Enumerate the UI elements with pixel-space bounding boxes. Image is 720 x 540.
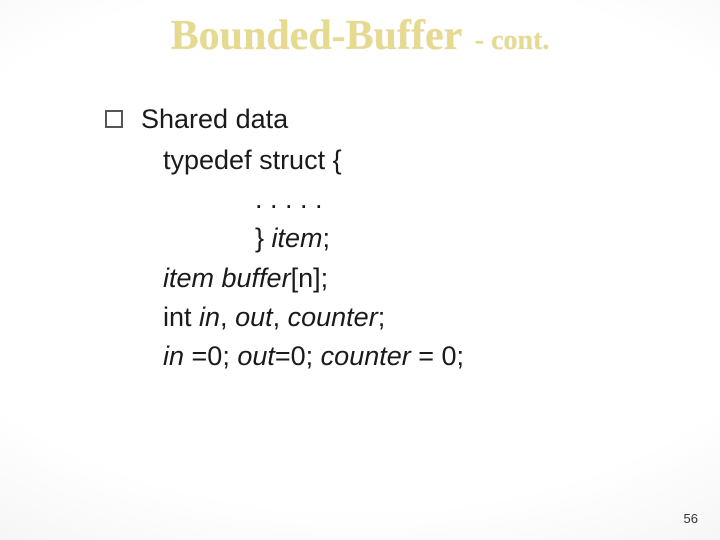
code-line-4: item buffer[n]; <box>163 259 665 298</box>
code-text: , <box>273 302 288 332</box>
code-text: ; <box>323 223 331 253</box>
code-text: [n]; <box>291 263 329 293</box>
code-line-1: typedef struct { <box>163 141 665 180</box>
page-number: 56 <box>684 511 698 526</box>
code-line-5: int in, out, counter; <box>163 298 665 337</box>
title-main: Bounded-Buffer <box>171 12 463 60</box>
code-identifier: item <box>163 263 222 293</box>
code-identifier: item <box>272 223 323 253</box>
code-identifier: out <box>237 341 275 371</box>
code-text: =0; <box>192 341 238 371</box>
code-text: ; <box>378 302 386 332</box>
code-text: int <box>163 302 199 332</box>
bullet-item: Shared data <box>105 100 665 139</box>
code-text: } <box>255 223 272 253</box>
code-text: , <box>220 302 235 332</box>
code-line-3: } item; <box>255 219 665 258</box>
title-sub: - cont. <box>475 25 550 57</box>
code-identifier: in <box>163 341 192 371</box>
code-text: =0; <box>275 341 321 371</box>
code-identifier: counter <box>321 341 419 371</box>
slide-content: Shared data typedef struct { . . . . . }… <box>105 100 665 376</box>
bullet-label: Shared data <box>141 100 288 139</box>
code-identifier: buffer <box>222 263 291 293</box>
code-line-2: . . . . . <box>255 180 665 219</box>
code-identifier: counter <box>288 302 378 332</box>
code-line-6: in =0; out=0; counter = 0; <box>163 337 665 376</box>
code-block: typedef struct { . . . . . } item; item … <box>163 141 665 376</box>
square-bullet-icon <box>105 110 123 128</box>
slide-title: Bounded-Buffer - cont. <box>0 12 720 60</box>
code-identifier: in <box>199 302 220 332</box>
code-identifier: out <box>235 302 273 332</box>
code-text: = 0; <box>418 341 464 371</box>
